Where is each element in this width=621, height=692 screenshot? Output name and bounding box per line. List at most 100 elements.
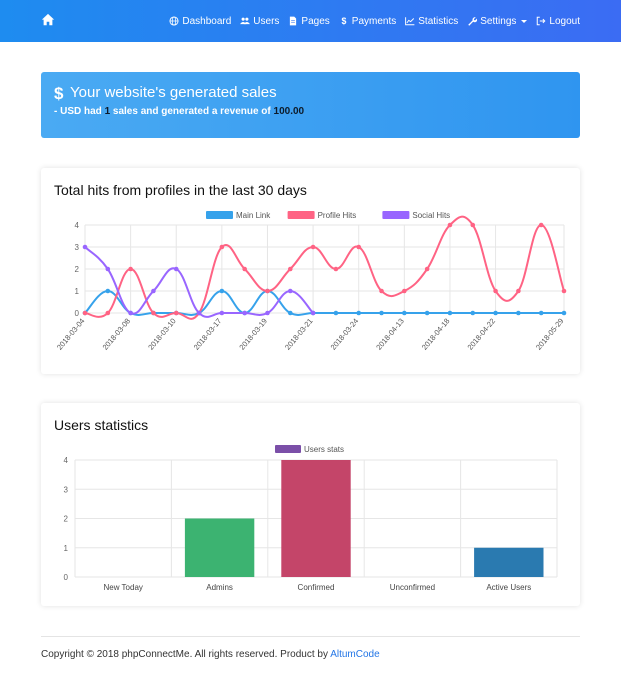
footer: Copyright © 2018 phpConnectMe. All right… [41, 636, 580, 660]
y-tick-label: 1 [64, 544, 69, 553]
nav-statistics[interactable]: Statistics [405, 16, 458, 27]
data-point [82, 310, 88, 316]
sales-middle: sales and generated a revenue of [110, 106, 274, 117]
data-point [356, 244, 362, 250]
sales-summary: - USD had 1 sales and generated a revenu… [54, 106, 567, 117]
y-tick-label: 3 [75, 243, 80, 252]
x-tick-label: 2018-03-19 [237, 317, 269, 352]
legend-label: Main Link [236, 211, 271, 220]
x-tick-label: 2018-04-22 [466, 317, 498, 352]
data-point [516, 310, 521, 316]
dollar-icon: $ [341, 16, 346, 26]
nav-logout-label: Logout [549, 15, 580, 27]
nav-dashboard[interactable]: Dashboard [169, 16, 231, 27]
nav-payments[interactable]: $ Payments [339, 16, 396, 27]
data-point [128, 310, 133, 316]
data-point [402, 288, 407, 294]
x-tick-label: 2018-04-18 [420, 317, 452, 352]
data-point [447, 310, 453, 316]
data-point [333, 266, 339, 272]
nav-logout[interactable]: Logout [536, 16, 580, 27]
x-tick-label: Confirmed [298, 583, 335, 592]
nav-pages-label: Pages [301, 15, 330, 27]
x-tick-label: 2018-05-29 [534, 317, 566, 352]
legend-label: Profile Hits [318, 211, 357, 220]
data-point [379, 288, 384, 294]
data-point [333, 310, 339, 316]
data-point [173, 266, 179, 272]
x-tick-label: 2018-03-17 [192, 317, 224, 352]
y-tick-label: 0 [64, 573, 69, 582]
bar [281, 460, 351, 577]
svg-text:$: $ [54, 85, 64, 101]
data-point [242, 310, 247, 316]
nav-payments-label: Payments [351, 15, 397, 27]
data-point [561, 310, 567, 316]
x-tick-label: 2018-03-21 [283, 317, 315, 352]
data-point [493, 310, 498, 316]
data-point [219, 288, 225, 294]
legend-swatch [287, 211, 315, 219]
home-icon[interactable] [41, 13, 55, 27]
data-point [424, 310, 430, 316]
data-point [561, 288, 567, 294]
data-point [173, 310, 179, 316]
data-point [105, 310, 111, 316]
legend-swatch [382, 211, 410, 219]
series-line [84, 215, 565, 320]
series-line [84, 289, 564, 316]
x-tick-label: New Today [103, 583, 142, 592]
data-point [82, 244, 88, 250]
nav-dashboard-label: Dashboard [182, 15, 232, 27]
bar [474, 547, 544, 577]
globe-icon [169, 16, 179, 26]
data-point [265, 288, 270, 294]
wrench-icon [468, 17, 478, 26]
logout-icon [537, 16, 546, 26]
legend-label: Users stats [304, 445, 344, 454]
file-icon [290, 16, 297, 26]
nav-statistics-label: Statistics [418, 15, 459, 27]
data-point [105, 288, 111, 294]
data-point [470, 310, 476, 316]
legend-swatch [206, 211, 233, 219]
data-point [538, 310, 544, 316]
data-point [219, 244, 225, 250]
legend-swatch [275, 445, 301, 453]
nav-users-label: Users [253, 15, 280, 27]
x-tick-label: Unconfirmed [390, 583, 435, 592]
data-point [151, 288, 156, 294]
hits-card: Total hits from profiles in the last 30 … [41, 168, 580, 374]
data-point [310, 244, 316, 250]
data-point [128, 266, 133, 272]
x-tick-label: 2018-03-08 [101, 317, 133, 352]
y-tick-label: 1 [75, 287, 80, 296]
data-point [287, 288, 293, 294]
nav-users[interactable]: Users [240, 16, 279, 27]
data-point [356, 310, 362, 316]
data-point [287, 266, 293, 272]
data-point [196, 310, 202, 316]
sales-revenue: 100.00 [273, 106, 305, 117]
x-tick-label: 2018-03-10 [146, 317, 178, 352]
dollar-icon: $ [54, 85, 64, 101]
data-point [493, 288, 498, 294]
nav-settings-label: Settings [480, 15, 517, 27]
nav-links: Dashboard Users Pages $ Payments Statist… [169, 0, 580, 42]
data-point [470, 222, 476, 228]
y-tick-label: 2 [64, 515, 69, 524]
sales-prefix: - USD had [54, 106, 105, 117]
y-tick-label: 4 [75, 221, 80, 230]
nav-pages[interactable]: Pages [288, 15, 330, 27]
data-point [265, 310, 270, 316]
users-chart: Users stats 0 1 2 3 4 New Today Admins Confirmed… [64, 445, 558, 592]
nav-settings[interactable]: Settings [467, 15, 528, 27]
users-card: Users statistics Users stats 0 1 2 3 4 New Tod… [41, 403, 580, 606]
svg-text:$: $ [341, 16, 346, 26]
data-point [424, 266, 430, 272]
x-tick-label: Active Users [486, 583, 531, 592]
y-tick-label: 2 [75, 265, 80, 274]
x-tick-label: 2018-03-04 [55, 317, 87, 352]
footer-link[interactable]: AltumCode [330, 649, 379, 660]
legend-label: Social Hits [412, 211, 450, 220]
